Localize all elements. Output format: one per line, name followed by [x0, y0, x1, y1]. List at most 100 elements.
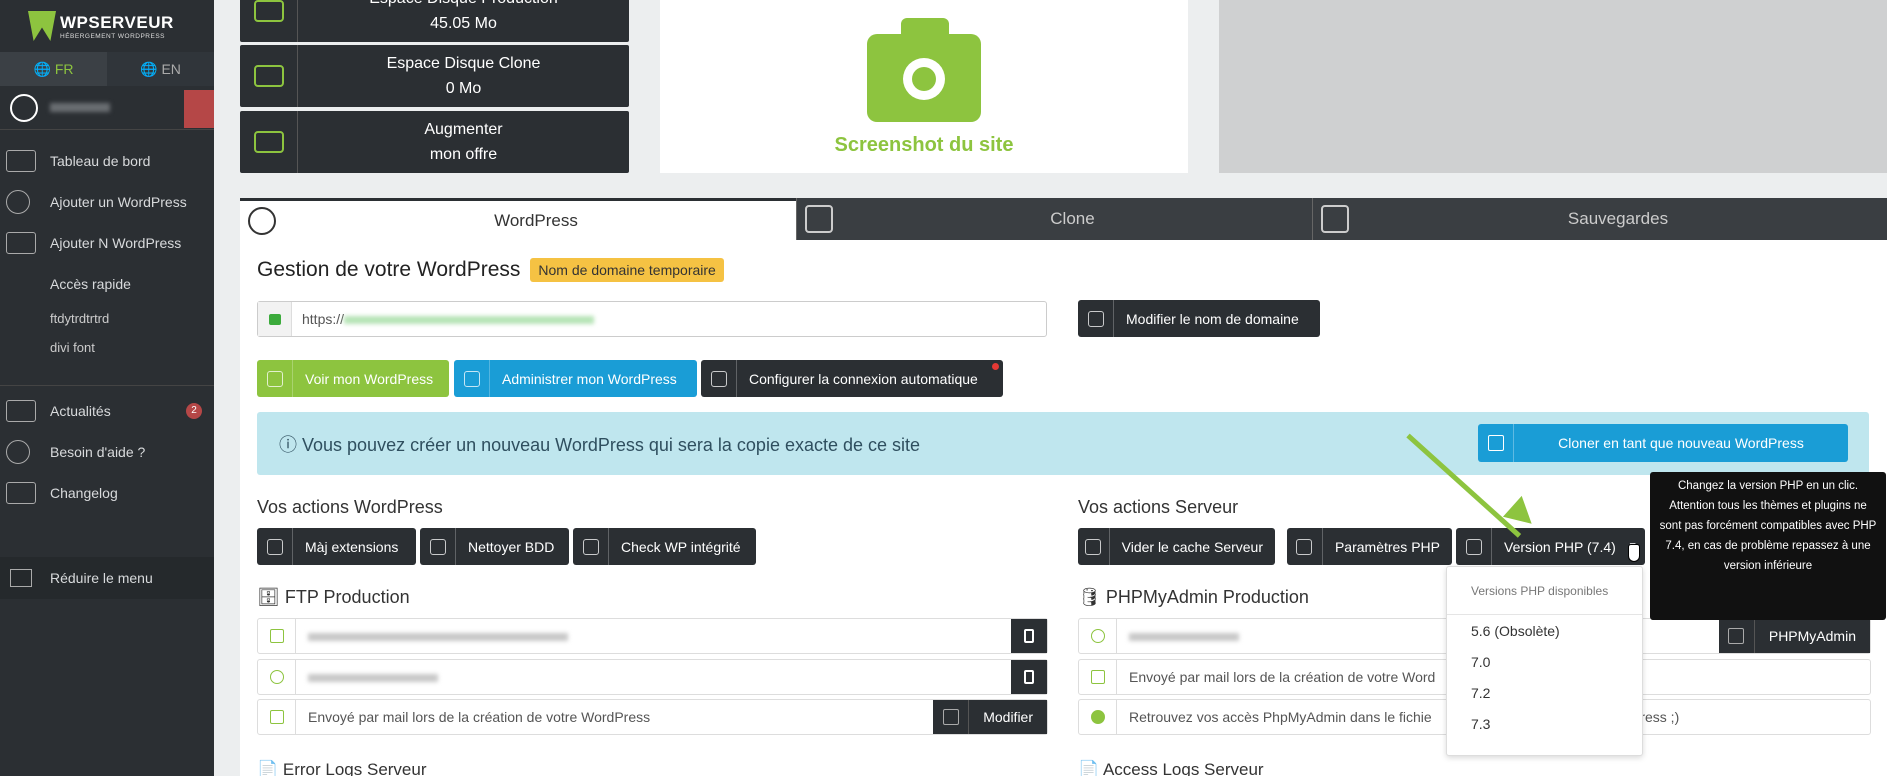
- disk-icon: [253, 0, 284, 22]
- mouse-cursor-icon: [1628, 544, 1640, 562]
- phpmyadmin-button[interactable]: PHPMyAdmin: [1718, 619, 1870, 653]
- refresh-icon: [1085, 538, 1102, 555]
- clone-as-new-button[interactable]: Cloner en tant que nouveau WordPress: [1478, 424, 1848, 462]
- collapse-icon: [10, 569, 32, 587]
- php-option-7-2[interactable]: 7.2: [1447, 677, 1642, 708]
- ftp-user-field[interactable]: [257, 659, 1048, 695]
- lang-fr[interactable]: 🌐 FR: [0, 52, 107, 86]
- sidebar-item-quick-access[interactable]: Accès rapide: [0, 263, 214, 304]
- copy-clipboard-button[interactable]: [1011, 619, 1047, 653]
- key-icon: [269, 710, 284, 724]
- update-extensions-button[interactable]: Màj extensions: [257, 528, 416, 565]
- gears-icon: [710, 370, 727, 387]
- site-url-field[interactable]: https://: [257, 301, 1047, 337]
- logout-button[interactable]: [184, 90, 214, 128]
- logo-subtitle: HÉBERGEMENT WORDPRESS: [60, 32, 166, 40]
- php-icon: [1296, 538, 1313, 555]
- quick-link[interactable]: ftdytrdtrtrd: [0, 304, 214, 333]
- user-icon: [1090, 629, 1105, 643]
- php-version-menu: Versions PHP disponibles 5.6 (Obsolète) …: [1446, 566, 1643, 756]
- clean-db-button[interactable]: Nettoyer BDD: [420, 528, 569, 565]
- camera-icon: [867, 18, 981, 122]
- lang-en[interactable]: 🌐 EN: [107, 52, 214, 86]
- server-icon: [269, 629, 284, 643]
- edit-icon: [942, 709, 959, 725]
- ftp-host-field[interactable]: [257, 618, 1048, 654]
- sidebar-item-dashboard[interactable]: Tableau de bord: [0, 140, 214, 181]
- notification-dot: [992, 363, 999, 370]
- user-icon: [10, 93, 38, 122]
- user-icon: [269, 670, 284, 684]
- ftp-password-field: Envoyé par mail lors de la création de v…: [257, 699, 1048, 735]
- check-wp-integrity-button[interactable]: Check WP intégrité: [573, 528, 756, 565]
- ftp-host-blurred: [308, 633, 568, 642]
- broom-icon: [429, 538, 446, 555]
- pma-user-blurred: [1129, 633, 1239, 642]
- stat-disk-clone: Espace Disque Clone 0 Mo: [240, 45, 629, 107]
- sidebar-item-add-n-wordpress[interactable]: Ajouter N WordPress: [0, 222, 214, 263]
- code-file-icon: [6, 481, 36, 504]
- sidebar-item-news[interactable]: Actualités 2: [0, 390, 214, 431]
- question-icon: [6, 439, 30, 464]
- page-title: Gestion de votre WordPress: [257, 258, 521, 281]
- php-icon: [1465, 538, 1482, 555]
- php-option-7-3[interactable]: 7.3: [1447, 708, 1642, 739]
- temp-domain-badge: Nom de domaine temporaire: [530, 258, 724, 282]
- tab-backups[interactable]: Sauvegardes: [1312, 198, 1887, 240]
- site-screenshot-placeholder: Screenshot du site: [660, 0, 1188, 173]
- lock-icon: [268, 313, 281, 325]
- ftp-title: 🗄 FTP Production: [257, 587, 410, 607]
- logo-text: WPSERVEUR: [60, 12, 174, 32]
- layers-icon: [6, 231, 36, 254]
- access-logs-title: 📄 Access Logs Serveur: [1078, 760, 1264, 776]
- admin-wordpress-button[interactable]: Administrer mon WordPress: [454, 360, 697, 397]
- database-icon: [1728, 628, 1745, 644]
- tab-wordpress[interactable]: WordPress: [240, 198, 796, 240]
- wp-actions-title: Vos actions WordPress: [257, 497, 443, 517]
- php-menu-header: Versions PHP disponibles: [1447, 567, 1642, 615]
- clone-icon: [805, 205, 833, 233]
- monitor-icon: [6, 149, 36, 172]
- pma-title: 🛢 PHPMyAdmin Production: [1078, 587, 1309, 607]
- modify-ftp-password-button[interactable]: Modifier: [933, 700, 1047, 734]
- puzzle-icon: [266, 538, 283, 555]
- plus-square-icon: [253, 131, 284, 153]
- wordpress-icon: [582, 538, 599, 555]
- php-params-button[interactable]: Paramètres PHP: [1287, 528, 1452, 565]
- view-wordpress-button[interactable]: Voir mon WordPress: [257, 360, 449, 397]
- sidebar-item-changelog[interactable]: Changelog: [0, 472, 214, 513]
- upgrade-plan-button[interactable]: Augmenter mon offre: [240, 111, 629, 173]
- php-version-dropdown[interactable]: Version PHP (7.4)▼: [1456, 528, 1645, 565]
- php-option-7-0[interactable]: 7.0: [1447, 646, 1642, 677]
- site-preview-image: [1219, 0, 1887, 173]
- sidebar-item-add-wordpress[interactable]: Ajouter un WordPress: [0, 181, 214, 222]
- user-name-blurred: [50, 103, 110, 112]
- stat-disk-production: Espace Disque Production45.05 Mo: [240, 0, 629, 42]
- logo[interactable]: WPSERVEUR HÉBERGEMENT WORDPRESS: [0, 0, 214, 52]
- url-blurred: [344, 316, 595, 325]
- eye-icon: [266, 370, 283, 387]
- plus-circle-icon: [6, 189, 30, 214]
- auto-login-button[interactable]: Configurer la connexion automatique: [701, 360, 1003, 397]
- server-actions-title: Vos actions Serveur: [1078, 497, 1239, 517]
- copy-clipboard-button[interactable]: [1011, 660, 1047, 694]
- lightning-icon: [6, 273, 36, 295]
- php-option-5-6[interactable]: 5.6 (Obsolète): [1447, 615, 1642, 646]
- clear-cache-button[interactable]: Vider le cache Serveur: [1078, 528, 1275, 565]
- info-icon: [1090, 710, 1105, 724]
- news-badge: 2: [186, 402, 202, 419]
- sidebar-item-help[interactable]: Besoin d'aide ?: [0, 431, 214, 472]
- wordpress-icon: [248, 206, 276, 235]
- key-icon: [1090, 670, 1105, 684]
- chat-icon: [6, 399, 36, 422]
- user-row: [0, 86, 214, 130]
- logo-mark-icon: [28, 11, 56, 41]
- copy-icon: [1487, 435, 1504, 451]
- edit-icon: [1087, 310, 1104, 327]
- modify-domain-button[interactable]: Modifier le nom de domaine: [1078, 300, 1320, 337]
- tab-clone[interactable]: Clone: [796, 198, 1312, 240]
- quick-link[interactable]: divi font: [0, 333, 214, 362]
- reduce-menu-button[interactable]: Réduire le menu: [0, 557, 214, 599]
- php-version-tooltip: Changez la version PHP en un clic. Atten…: [1650, 472, 1886, 620]
- clipboard-icon: [1024, 629, 1034, 643]
